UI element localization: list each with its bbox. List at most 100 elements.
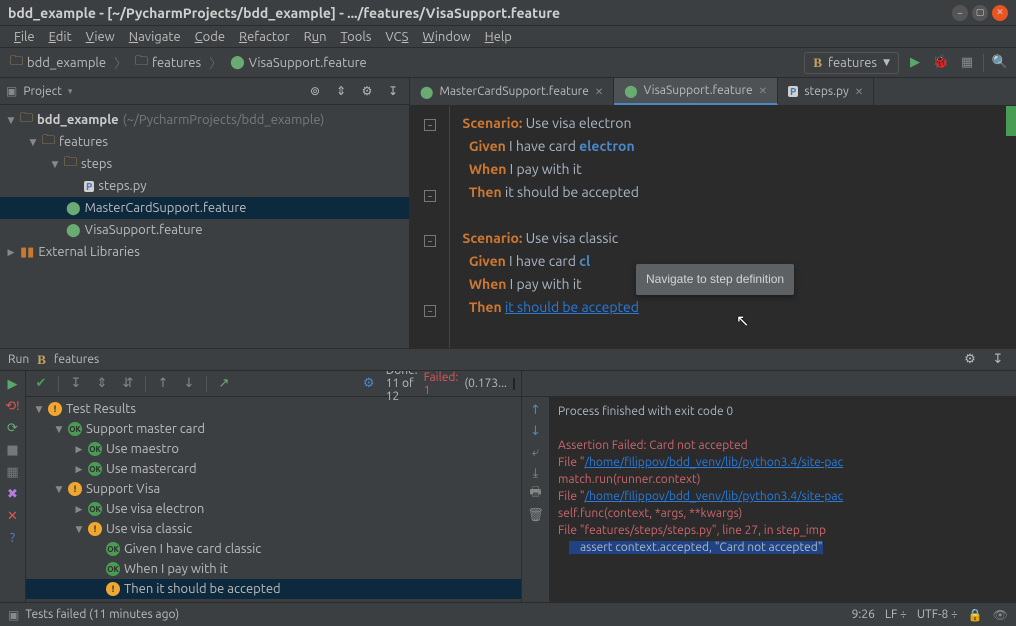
menu-file[interactable]: File	[8, 28, 41, 46]
test-root[interactable]: ▼!Test Results	[26, 399, 521, 419]
traceback-link[interactable]: /home/filippov/bdd_venv/lib/python3.4/si…	[585, 490, 844, 503]
project-tree[interactable]: ▼ 🗀 bdd_example (~/PycharmProjects/bdd_e…	[0, 105, 409, 348]
rerun-failed-button[interactable]: ⟲!	[4, 397, 22, 415]
help-button[interactable]: ?	[4, 529, 22, 547]
close-icon[interactable]: ✕	[992, 5, 1008, 21]
test-use-visa-classic[interactable]: ▼!Use visa classic	[26, 519, 521, 539]
next-failed-button[interactable]: ↓	[180, 375, 198, 393]
test-use-maestro[interactable]: ▶OKUse maestro	[26, 439, 521, 459]
soft-wrap-button[interactable]: ⤶	[527, 443, 545, 461]
tree-features[interactable]: ▼ 🗀 features	[0, 131, 409, 153]
inspector-icon[interactable]: 👁	[993, 608, 1008, 622]
test-use-mastercard[interactable]: ▶OKUse mastercard	[26, 459, 521, 479]
down-stack-button[interactable]: ↓	[527, 422, 545, 440]
expand-icon[interactable]: ▶	[6, 247, 16, 258]
search-button[interactable]: 🔍	[990, 53, 1010, 73]
toggle-auto-test-button[interactable]: ⟳	[4, 419, 22, 437]
gear-icon[interactable]	[960, 350, 980, 370]
crumb-root[interactable]: 🗀bdd_example	[6, 50, 110, 76]
chevron-down-icon[interactable]: ▾	[68, 86, 73, 97]
stop-button[interactable]: ■	[4, 441, 22, 459]
tree-visa-feature[interactable]: ⬤ VisaSupport.feature	[0, 219, 409, 241]
collapse-all-button[interactable]: ⇵	[119, 375, 137, 393]
test-support-visa[interactable]: ▼!Support Visa	[26, 479, 521, 499]
menu-tools[interactable]: Tools	[335, 28, 378, 46]
print-button[interactable]: 🖶	[527, 485, 545, 503]
close-icon[interactable]: ✕	[855, 86, 863, 98]
test-step-then[interactable]: !Then it should be accepted	[26, 579, 521, 599]
tab-mastercard[interactable]: ⬤ MasterCardSupport.feature ✕	[410, 78, 614, 105]
fold-icon[interactable]: −	[424, 305, 436, 317]
collapse-all-icon[interactable]: ⇕	[331, 81, 351, 101]
expand-icon[interactable]: ▼	[28, 137, 38, 148]
test-step-given[interactable]: OKGiven I have card classic	[26, 539, 521, 559]
run-button[interactable]: ▶	[905, 53, 925, 73]
menu-edit[interactable]: Edit	[43, 28, 78, 46]
export-button[interactable]: ↗	[215, 375, 233, 393]
tree-external-libraries[interactable]: ▶ ▮▮ External Libraries	[0, 241, 409, 263]
menu-view[interactable]: View	[80, 28, 121, 46]
traceback-link[interactable]: /home/filippov/bdd_venv/lib/python3.4/si…	[585, 456, 844, 469]
crumb-features[interactable]: 🗀features	[131, 50, 205, 76]
expand-icon[interactable]: ▼	[6, 115, 16, 126]
coverage-button[interactable]: ▦	[957, 53, 977, 73]
hide-panel-icon[interactable]: ↧	[988, 350, 1008, 370]
fold-icon[interactable]: −	[424, 119, 436, 131]
fold-icon[interactable]: −	[424, 190, 436, 202]
crumb-file[interactable]: ⬤VisaSupport.feature	[226, 53, 371, 72]
scroll-from-source-icon[interactable]: ⊚	[305, 81, 325, 101]
tab-visa[interactable]: ⬤ VisaSupport.feature ✕	[614, 78, 778, 105]
maximize-icon[interactable]: ▢	[972, 5, 988, 21]
tree-steps-py[interactable]: P steps.py	[0, 175, 409, 197]
menu-window[interactable]: Window	[416, 28, 476, 46]
minimize-icon[interactable]: –	[952, 5, 968, 21]
test-step-when[interactable]: OKWhen I pay with it	[26, 559, 521, 579]
encoding[interactable]: UTF-8 ÷	[917, 608, 958, 621]
line-separator[interactable]: LF ÷	[885, 608, 907, 621]
clear-all-button[interactable]: 🗑	[527, 506, 545, 524]
tree-steps[interactable]: ▼ 🗀 steps	[0, 153, 409, 175]
tab-steps[interactable]: P steps.py ✕	[778, 78, 874, 105]
show-passed-button[interactable]: ✔	[32, 375, 50, 393]
expand-icon[interactable]: ▼	[50, 159, 60, 170]
test-label: Use visa electron	[106, 502, 204, 516]
editor-content[interactable]: − − − − Scenario: Use visa electron Give…	[410, 106, 1016, 348]
pin-button[interactable]: ✖	[4, 485, 22, 503]
menu-run[interactable]: Run	[298, 28, 333, 46]
close-icon[interactable]: ✕	[759, 85, 767, 97]
debug-button[interactable]: 🐞	[931, 53, 951, 73]
step-definition-link[interactable]: it should be accepted	[505, 299, 639, 315]
test-tree[interactable]: ▼!Test Results ▼OKSupport master card ▶O…	[26, 397, 521, 602]
test-support-mastercard[interactable]: ▼OKSupport master card	[26, 419, 521, 439]
close-icon[interactable]: ✕	[595, 86, 603, 98]
cursor-position[interactable]: 9:26	[852, 608, 875, 621]
tooltip: Navigate to step definition	[636, 264, 794, 295]
run-config-selector[interactable]: B features ▼	[804, 52, 899, 74]
menu-refactor[interactable]: Refactor	[233, 28, 296, 46]
expand-all-button[interactable]: ⇕	[93, 375, 111, 393]
fold-icon[interactable]: −	[424, 235, 436, 247]
gear-icon[interactable]	[357, 81, 377, 101]
tree-root[interactable]: ▼ 🗀 bdd_example (~/PycharmProjects/bdd_e…	[0, 109, 409, 131]
tree-mastercard-feature[interactable]: ⬤ MasterCardSupport.feature	[0, 197, 409, 219]
menu-vcs[interactable]: VCS	[379, 28, 414, 46]
test-use-visa-electron[interactable]: ▶OKUse visa electron	[26, 499, 521, 519]
hide-panel-icon[interactable]: ↧	[383, 81, 403, 101]
menu-bar: File Edit View Navigate Code Refactor Ru…	[0, 26, 1016, 48]
menu-help[interactable]: Help	[479, 28, 518, 46]
close-button[interactable]: ✕	[4, 507, 22, 525]
console-output[interactable]: Process finished with exit code 0 Assert…	[550, 397, 1016, 602]
scroll-to-end-button[interactable]: ⤓	[527, 464, 545, 482]
sort-button[interactable]: ↧	[67, 375, 85, 393]
status-icon[interactable]: ▣	[8, 608, 19, 622]
gutter[interactable]: − − − −	[410, 106, 450, 348]
error-stripe[interactable]	[1006, 106, 1016, 136]
up-stack-button[interactable]: ↑	[527, 401, 545, 419]
prev-failed-button[interactable]: ↑	[154, 375, 172, 393]
menu-navigate[interactable]: Navigate	[123, 28, 187, 46]
gear-icon[interactable]	[360, 375, 378, 393]
rerun-button[interactable]: ▶	[4, 375, 22, 393]
lock-icon[interactable]: 🔒	[968, 608, 983, 622]
dump-button[interactable]: ▦	[4, 463, 22, 481]
menu-code[interactable]: Code	[189, 28, 231, 46]
